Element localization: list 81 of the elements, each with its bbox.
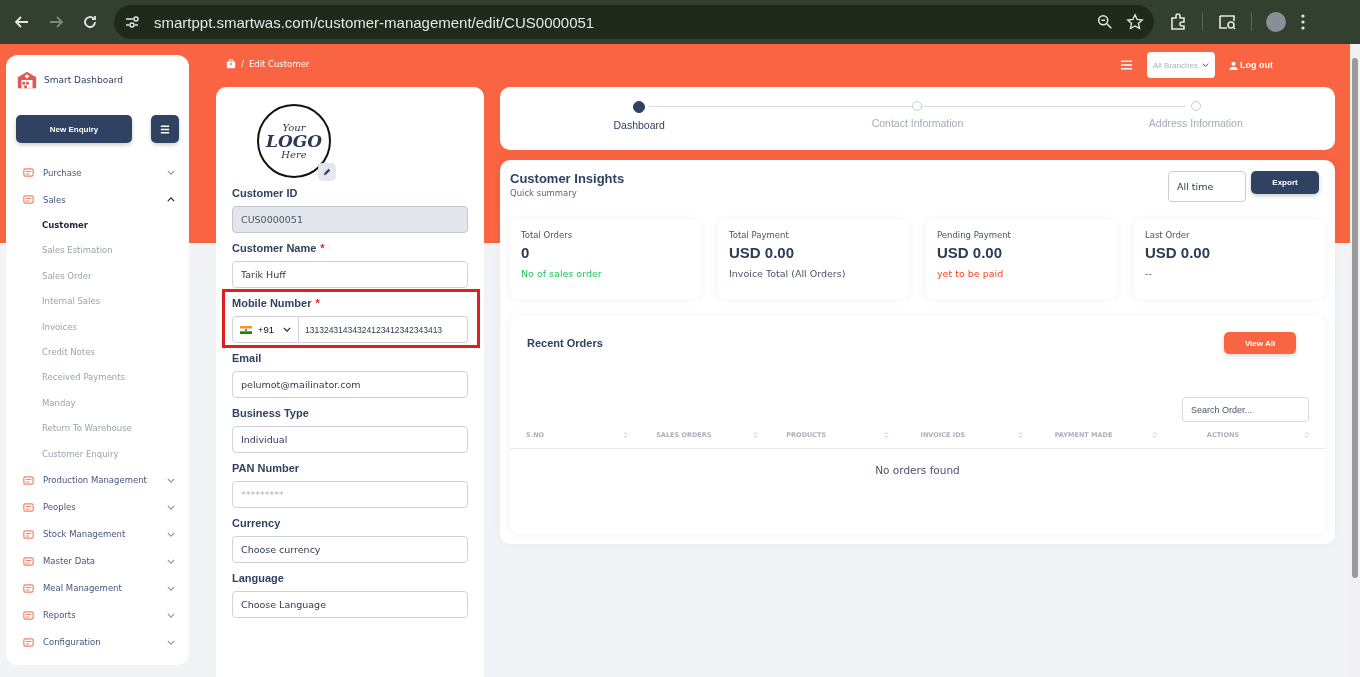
stat-label: Last Order [1145, 230, 1191, 240]
nav-item[interactable]: Purchase [16, 159, 179, 186]
logo-text: LOGO [265, 132, 323, 150]
stat-label: Total Orders [521, 230, 574, 240]
logo-text: Here [281, 149, 307, 160]
breadcrumb-separator: / [241, 59, 244, 69]
stat-note: yet to be paid [937, 268, 1005, 279]
text-field[interactable]: Individual [232, 426, 468, 453]
text-field[interactable]: Tarik Huff [232, 261, 468, 288]
text-field[interactable]: ********* [232, 481, 468, 508]
step-label[interactable]: Dashboard [613, 119, 665, 131]
menu-icon[interactable] [1300, 12, 1306, 32]
stat-value: USD 0.00 [1145, 244, 1212, 261]
nav-item[interactable]: Stock Management [16, 520, 179, 548]
search-field[interactable]: Search Order... [1182, 397, 1309, 422]
chevron-down-icon [1202, 63, 1209, 67]
module-icon [22, 527, 35, 541]
stat-value: USD 0.00 [729, 244, 796, 261]
stat-note: Invoice Total (All Orders) [729, 268, 847, 279]
module-icon [22, 635, 35, 649]
nav-item[interactable]: Configuration [16, 628, 179, 656]
module-icon [22, 193, 35, 206]
logo-text: Your [282, 122, 306, 133]
edit-logo-button[interactable] [318, 163, 336, 181]
flag-icon [240, 325, 252, 334]
country-code-select[interactable]: +91 [232, 316, 299, 343]
module-icon [22, 500, 35, 514]
pencil-icon [323, 168, 331, 176]
stat-value: 0 [521, 244, 531, 261]
field-label: Business Type [232, 407, 310, 419]
field-label: Language [232, 572, 285, 584]
warehouse-icon [16, 69, 38, 91]
nav-item[interactable]: Reports [16, 601, 179, 629]
field-label: Customer ID [232, 187, 299, 199]
section-title: Recent Orders [527, 337, 603, 349]
module-icon [22, 608, 35, 622]
section-title: Customer Insights [510, 171, 625, 186]
section-subtitle: Quick summary [510, 188, 578, 198]
field-label: Mobile Number * [232, 297, 321, 309]
stat-label: Total Payment [729, 230, 790, 240]
breadcrumb-current: Edit Customer [248, 59, 310, 69]
menu-icon [160, 124, 170, 134]
empty-message: No orders found [874, 463, 961, 476]
nav-item[interactable]: Master Data [16, 547, 179, 575]
url-text: smartppt.smartwas.com/customer-management/edit/CUS0000051 [154, 13, 596, 31]
module-icon [22, 166, 35, 179]
module-icon [22, 581, 35, 595]
period-select[interactable]: All time [1168, 171, 1246, 202]
address-bar[interactable]: smartppt.smartwas.com/customer-management/edit/CUS0000051 [114, 5, 1154, 39]
field-label: Customer Name * [232, 242, 326, 254]
field-label: Currency [232, 517, 282, 529]
submenu-item[interactable]: Customer [16, 213, 179, 239]
nav-item[interactable]: Sales [16, 186, 179, 213]
tab-search-icon[interactable] [1217, 12, 1237, 32]
scrollbar[interactable] [1350, 44, 1360, 677]
text-field[interactable]: Choose Language [232, 591, 468, 618]
stat-note: -- [1145, 268, 1153, 279]
zoom-icon[interactable] [1096, 13, 1114, 31]
module-icon [22, 554, 35, 568]
chevron-down-icon [283, 327, 291, 332]
brand-name: Smart Dashboard [44, 75, 123, 85]
user-icon [1229, 60, 1238, 70]
phone-field[interactable]: 13132431434324123412342343413 [299, 316, 468, 343]
field-label: PAN Number [232, 462, 301, 474]
home-icon[interactable] [226, 59, 236, 69]
nav-item[interactable]: Peoples [16, 493, 179, 521]
stat-label: Pending Payment [937, 230, 1012, 240]
text-field[interactable]: pelumot@mailinator.com [232, 371, 468, 398]
menu-toggle-button[interactable] [151, 115, 179, 143]
stat-note: No of sales order [521, 268, 603, 279]
profile-avatar[interactable] [1266, 12, 1286, 32]
stat-value: USD 0.00 [937, 244, 1004, 261]
nav-item[interactable]: Meal Management [16, 574, 179, 602]
new-enquiry-button[interactable]: New Enquiry [16, 115, 132, 143]
nav-item[interactable]: Production Management [16, 466, 179, 494]
field-label: Email [232, 352, 263, 364]
star-icon[interactable] [1126, 13, 1144, 31]
extension-icon[interactable] [1168, 12, 1188, 32]
export-button[interactable]: Export [1251, 171, 1319, 194]
module-icon [22, 473, 35, 487]
text-field[interactable]: Choose currency [232, 536, 468, 563]
